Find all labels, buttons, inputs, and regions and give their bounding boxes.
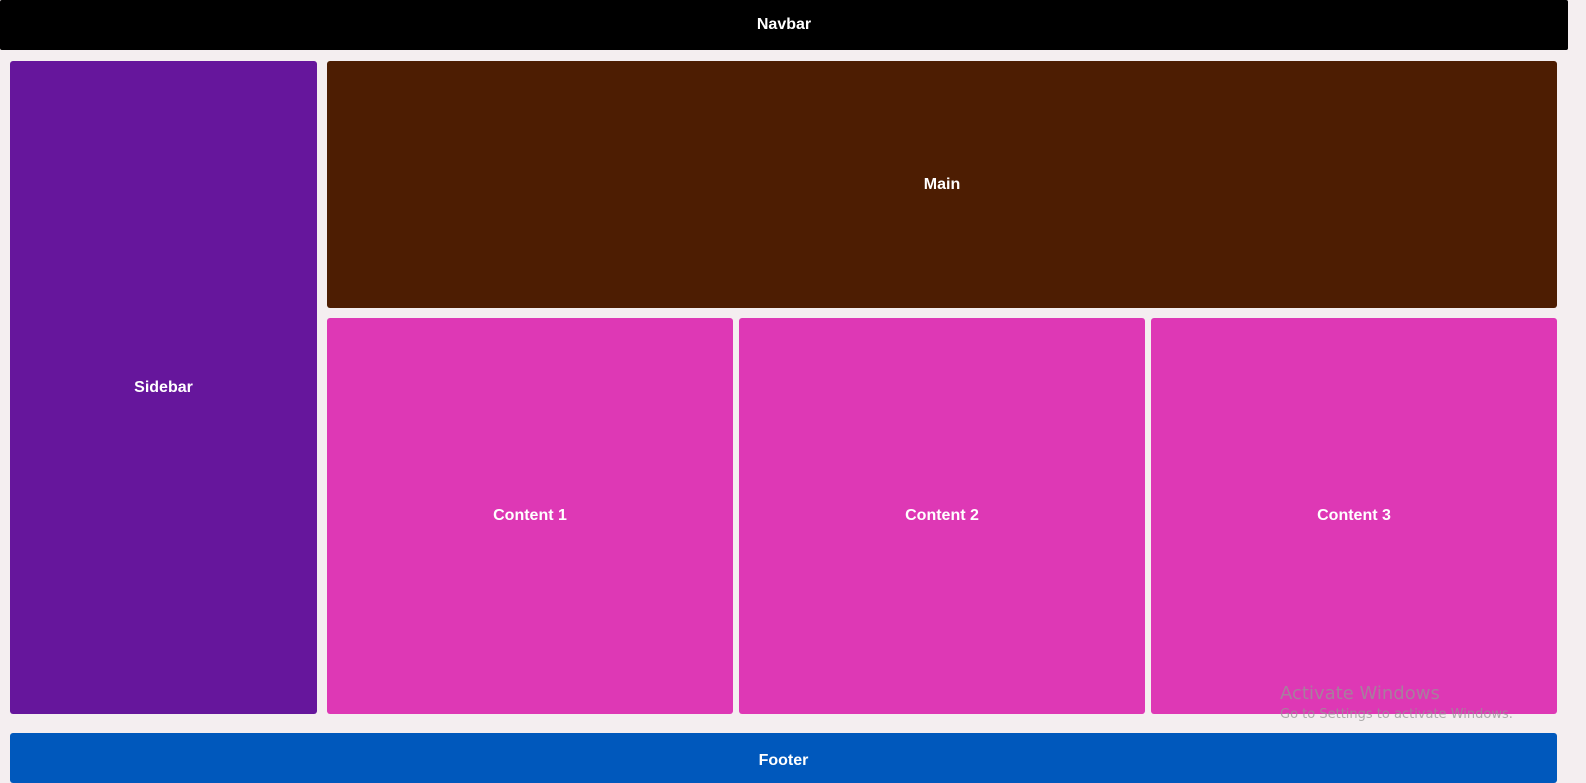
- main-panel: Main: [327, 61, 1557, 308]
- content-1-panel: Content 1: [327, 318, 733, 714]
- sidebar: Sidebar: [10, 61, 317, 714]
- navbar-label: Navbar: [756, 16, 812, 33]
- content-1-label: Content 1: [493, 507, 567, 524]
- content-2-panel: Content 2: [739, 318, 1145, 714]
- footer-label: Footer: [758, 752, 809, 769]
- navbar: Navbar: [0, 0, 1568, 50]
- footer: Footer: [10, 733, 1557, 783]
- content-2-label: Content 2: [905, 507, 979, 524]
- main-label: Main: [923, 175, 961, 193]
- content-3-label: Content 3: [1317, 507, 1391, 524]
- sidebar-label: Sidebar: [134, 378, 193, 396]
- content-3-panel: Content 3: [1151, 318, 1557, 714]
